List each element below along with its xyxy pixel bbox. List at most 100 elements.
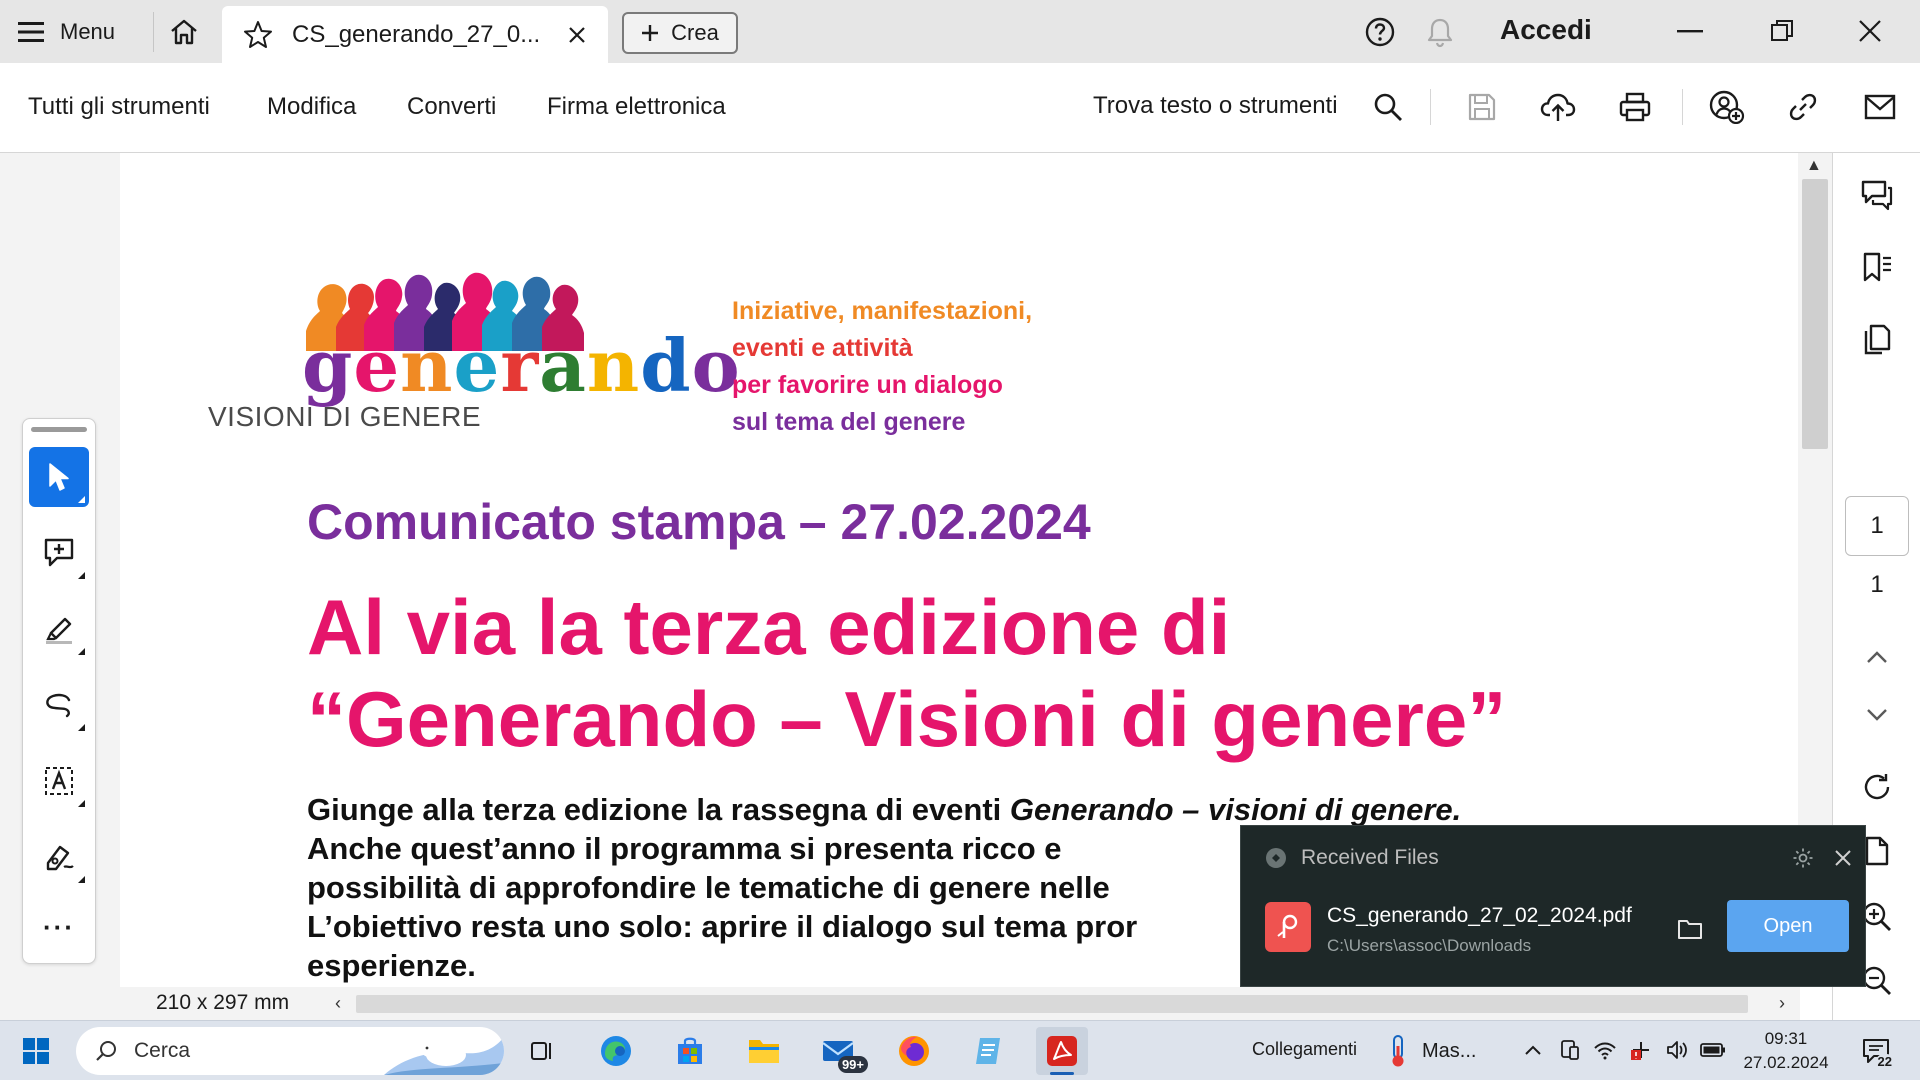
received-file-name[interactable]: CS_generando_27_02_2024.pdf	[1327, 904, 1632, 928]
comments-panel-button[interactable]	[1855, 173, 1899, 217]
palette-drag-handle[interactable]	[31, 427, 87, 432]
start-button[interactable]	[14, 1031, 58, 1071]
notification-center-button[interactable]: 22	[1856, 1033, 1896, 1069]
crea-button[interactable]: Crea	[622, 12, 738, 54]
pages-panel-button[interactable]	[1855, 317, 1899, 361]
weather-widget[interactable]: Mas...	[1386, 1031, 1476, 1071]
minimize-icon	[1677, 30, 1703, 33]
logo-letter: e	[453, 323, 501, 408]
bookmark-icon	[1863, 252, 1891, 282]
notification-settings-button[interactable]	[1789, 844, 1817, 872]
acrobat-app[interactable]	[1036, 1027, 1088, 1075]
horizontal-scroll-thumb[interactable]	[356, 995, 1748, 1013]
open-file-button[interactable]: Open	[1727, 900, 1849, 952]
plus-icon	[642, 25, 659, 41]
copy-link-button[interactable]	[1783, 87, 1823, 127]
edge-icon	[601, 1036, 631, 1066]
clock-time: 09:31	[1764, 1029, 1808, 1048]
device-icon	[1561, 1040, 1579, 1060]
tray-device-icon[interactable]	[1556, 1037, 1582, 1063]
rotate-button[interactable]	[1855, 765, 1899, 809]
clock-date: 27.02.2024	[1743, 1053, 1829, 1072]
document-tab[interactable]: CS_generando_27_0...	[222, 6, 608, 63]
title-bar: Menu CS_generando_27_0... Crea Accedi	[0, 0, 1920, 63]
edge-app[interactable]	[590, 1027, 642, 1075]
accedi-button[interactable]: Accedi	[1500, 14, 1592, 46]
help-button[interactable]	[1362, 14, 1398, 50]
notification-title: Received Files	[1301, 846, 1439, 869]
menu-edit[interactable]: Modifica	[267, 93, 356, 121]
app-logo-icon	[1266, 848, 1286, 868]
network-alert-button[interactable]	[1628, 1037, 1654, 1063]
more-tools-button[interactable]: ···	[29, 897, 89, 957]
restore-button[interactable]	[1752, 8, 1812, 54]
tagline-line: eventi e attività	[732, 334, 913, 362]
received-file-path: C:\Users\assoc\Downloads	[1327, 936, 1532, 955]
pen-sign-icon	[46, 845, 74, 871]
menu-e-signature[interactable]: Firma elettronica	[547, 93, 726, 121]
links-toolbar[interactable]: Collegamenti	[1252, 1039, 1357, 1060]
store-app[interactable]	[664, 1027, 716, 1075]
email-button[interactable]	[1860, 87, 1900, 127]
notepad-app[interactable]	[962, 1027, 1014, 1075]
crea-label: Crea	[671, 20, 719, 45]
scroll-left-button[interactable]: ‹	[326, 991, 350, 1015]
draw-tool-button[interactable]	[29, 675, 89, 735]
file-explorer-app[interactable]	[738, 1027, 790, 1075]
current-page-input[interactable]: 1	[1845, 496, 1909, 556]
previous-page-button[interactable]	[1855, 635, 1899, 679]
scroll-right-button[interactable]: ›	[1770, 991, 1794, 1015]
tab-close-button[interactable]	[564, 22, 590, 48]
bookmarks-panel-button[interactable]	[1855, 245, 1899, 289]
wifi-button[interactable]	[1592, 1037, 1618, 1063]
text-box-tool-button[interactable]	[29, 751, 89, 811]
highlight-tool-button[interactable]	[29, 599, 89, 659]
sign-tool-button[interactable]	[29, 827, 89, 887]
main-toolbar: Tutti gli strumenti Modifica Converti Fi…	[0, 63, 1920, 153]
menu-button[interactable]: Menu	[18, 12, 115, 52]
star-icon[interactable]	[242, 19, 274, 51]
press-release-title: Comunicato stampa – 27.02.2024	[307, 494, 1091, 550]
clock[interactable]: 09:31 27.02.2024	[1736, 1027, 1836, 1075]
home-button[interactable]	[163, 12, 205, 52]
find-text-label[interactable]: Trova testo o strumenti	[1093, 92, 1338, 120]
print-button[interactable]	[1615, 87, 1655, 127]
save-button[interactable]	[1462, 87, 1502, 127]
mail-app[interactable]: 99+	[812, 1027, 868, 1075]
windows-taskbar: Cerca 99+ Collegamenti Mas... 09:31 27.0…	[0, 1020, 1920, 1080]
menu-all-tools[interactable]: Tutti gli strumenti	[28, 93, 210, 121]
notification-close-button[interactable]	[1829, 844, 1857, 872]
weather-label: Mas...	[1422, 1039, 1477, 1062]
logo-letter: n	[586, 323, 641, 408]
speaker-icon	[1667, 1041, 1687, 1059]
select-tool-button[interactable]	[29, 447, 89, 507]
volume-button[interactable]	[1664, 1037, 1690, 1063]
search-button[interactable]	[1368, 87, 1408, 127]
headline-line: “Generando – Visioni di genere”	[307, 675, 1507, 763]
notifications-button[interactable]	[1422, 14, 1458, 50]
minimize-button[interactable]	[1660, 8, 1720, 54]
tool-options-indicator	[78, 572, 85, 579]
add-comment-tool-button[interactable]	[29, 523, 89, 583]
horizontal-scrollbar: 210 x 297 mm ‹ ›	[120, 987, 1800, 1020]
next-page-button[interactable]	[1855, 693, 1899, 737]
show-hidden-icons-button[interactable]	[1520, 1037, 1546, 1063]
chevron-down-icon	[1867, 709, 1887, 721]
open-folder-button[interactable]	[1673, 914, 1707, 944]
page-size-label: 210 x 297 mm	[156, 991, 290, 1014]
body-line: Giunge alla terza edizione la rassegna d…	[307, 790, 1657, 829]
vertical-scroll-thumb[interactable]	[1802, 179, 1828, 449]
battery-icon	[1700, 1043, 1725, 1057]
firefox-app[interactable]	[888, 1027, 940, 1075]
battery-button[interactable]	[1700, 1037, 1726, 1063]
taskbar-search[interactable]: Cerca	[76, 1027, 504, 1075]
save-icon	[1468, 93, 1496, 121]
menu-convert[interactable]: Converti	[407, 93, 496, 121]
upload-button[interactable]	[1538, 87, 1578, 127]
tool-options-indicator	[78, 724, 85, 731]
task-view-button[interactable]	[516, 1027, 568, 1075]
share-user-button[interactable]	[1707, 87, 1747, 127]
logo-letter: r	[500, 323, 540, 408]
close-window-button[interactable]	[1840, 8, 1900, 54]
scroll-up-button[interactable]: ▲	[1806, 157, 1822, 175]
